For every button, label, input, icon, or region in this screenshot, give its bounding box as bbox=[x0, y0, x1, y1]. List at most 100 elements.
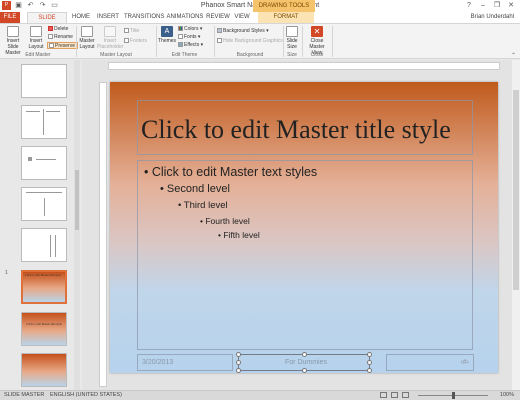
master-thumbnail-selected[interactable]: Click to edit Master title style bbox=[21, 270, 67, 304]
divider bbox=[332, 26, 333, 57]
minimize-button[interactable]: – bbox=[476, 0, 490, 11]
checkbox-icon bbox=[124, 28, 129, 34]
colors-icon bbox=[178, 26, 183, 32]
vertical-scrollbar[interactable] bbox=[512, 60, 520, 390]
tab-insert[interactable]: INSERT bbox=[96, 12, 120, 23]
delete-button[interactable]: Delete bbox=[48, 26, 68, 33]
slide-size-button[interactable]: Slide Size bbox=[285, 26, 299, 50]
slide-editor: Click to edit Master title style • Click… bbox=[82, 60, 520, 390]
thumbnail-line bbox=[36, 159, 56, 160]
background-styles-dropdown[interactable]: Background Styles ▾ bbox=[217, 28, 269, 35]
tab-view[interactable]: VIEW bbox=[232, 12, 252, 23]
thumbnail-line bbox=[26, 111, 40, 112]
resize-handle[interactable] bbox=[302, 352, 307, 357]
slide-sorter-icon[interactable] bbox=[391, 392, 398, 398]
tab-slide-master[interactable]: SLIDE MASTER bbox=[27, 12, 67, 32]
language-status[interactable]: ENGLISH (UNITED STATES) bbox=[50, 392, 122, 398]
date-placeholder[interactable]: 3/20/2013 bbox=[137, 354, 233, 371]
title-checkbox[interactable]: Title bbox=[124, 28, 139, 35]
footer-text[interactable]: For Dummies bbox=[285, 359, 327, 366]
fonts-dropdown[interactable]: Fonts ▾ bbox=[178, 34, 200, 41]
help-button[interactable]: ? bbox=[462, 0, 476, 11]
colors-dropdown[interactable]: Colors ▾ bbox=[178, 26, 202, 33]
scrollbar-thumb[interactable] bbox=[513, 90, 519, 290]
slide-number-placeholder[interactable]: ‹#› bbox=[386, 354, 474, 371]
tab-file[interactable]: FILE bbox=[0, 12, 20, 23]
layout-thumbnail[interactable] bbox=[21, 228, 67, 262]
fonts-icon bbox=[178, 34, 183, 40]
slide-number-text[interactable]: ‹#› bbox=[460, 359, 469, 366]
bullet-level-5[interactable]: • Fifth level bbox=[218, 230, 260, 240]
group-close: Close bbox=[310, 52, 324, 58]
resize-handle[interactable] bbox=[367, 352, 372, 357]
layout-thumbnail[interactable] bbox=[21, 105, 67, 139]
close-x-icon: ✕ bbox=[311, 26, 323, 37]
effects-dropdown[interactable]: Effects ▾ bbox=[178, 42, 203, 49]
resize-handle[interactable] bbox=[367, 360, 372, 365]
thumbnail-line bbox=[55, 235, 56, 257]
layout-thumbnail[interactable] bbox=[21, 353, 67, 387]
hide-background-graphics-checkbox[interactable]: Hide Background Graphics bbox=[217, 38, 283, 45]
thumbnail-line bbox=[44, 198, 45, 216]
tab-animations[interactable]: ANIMATIONS bbox=[166, 12, 204, 23]
scrollbar-thumb[interactable] bbox=[75, 170, 79, 230]
ribbon: Insert Slide Master Insert Layout Delete… bbox=[0, 23, 520, 59]
thumbnail-line bbox=[50, 235, 51, 257]
tab-transitions[interactable]: TRANSITIONS bbox=[124, 12, 164, 23]
resize-handle[interactable] bbox=[367, 368, 372, 373]
bullet-level-1[interactable]: • Click to edit Master text styles bbox=[144, 165, 317, 179]
date-text[interactable]: 3/20/2013 bbox=[142, 359, 173, 366]
background-styles-icon bbox=[217, 28, 222, 34]
close-window-button[interactable]: ✕ bbox=[504, 0, 518, 11]
preserve-button[interactable]: Preserve bbox=[47, 42, 79, 49]
status-bar: SLIDE MASTER ENGLISH (UNITED STATES) 100… bbox=[0, 390, 520, 400]
layout-thumbnail[interactable]: Click to edit Master title style bbox=[21, 312, 67, 346]
tab-format[interactable]: FORMAT bbox=[258, 12, 314, 23]
group-size: Size bbox=[287, 52, 297, 58]
zoom-slider-knob[interactable] bbox=[452, 392, 455, 399]
thumbnail-title: Click to edit Master title style bbox=[26, 322, 62, 326]
themes-icon: A bbox=[161, 26, 173, 37]
insert-layout-button[interactable]: Insert Layout bbox=[26, 26, 46, 50]
effects-icon bbox=[178, 42, 183, 48]
group-edit-theme: Edit Theme bbox=[171, 52, 198, 58]
rename-icon bbox=[48, 34, 53, 40]
user-name[interactable]: Brian Underdahl bbox=[471, 12, 514, 23]
resize-handle[interactable] bbox=[302, 368, 307, 373]
resize-handle[interactable] bbox=[236, 368, 241, 373]
layout-thumbnail[interactable] bbox=[21, 146, 67, 180]
footers-checkbox[interactable]: Footers bbox=[124, 38, 147, 45]
title-text[interactable]: Click to edit Master title style bbox=[141, 115, 451, 145]
themes-button[interactable]: A Themes bbox=[158, 26, 176, 44]
rename-button[interactable]: Rename bbox=[48, 34, 73, 41]
restore-button[interactable]: ❐ bbox=[490, 0, 504, 11]
title-placeholder[interactable]: Click to edit Master title style bbox=[137, 100, 473, 155]
resize-handle[interactable] bbox=[236, 352, 241, 357]
tab-home[interactable]: HOME bbox=[70, 12, 92, 23]
layout-thumbnail[interactable] bbox=[21, 64, 67, 98]
view-status: SLIDE MASTER bbox=[4, 392, 45, 398]
checkbox-icon bbox=[124, 38, 129, 44]
tab-review[interactable]: REVIEW bbox=[206, 12, 230, 23]
reading-view-icon[interactable] bbox=[402, 392, 409, 398]
slide-canvas[interactable]: Click to edit Master title style • Click… bbox=[110, 82, 498, 373]
group-master-layout: Master Layout bbox=[100, 52, 132, 58]
vertical-ruler bbox=[99, 82, 107, 387]
bullet-level-4[interactable]: • Fourth level bbox=[200, 216, 250, 226]
ribbon-tabs: FILE SLIDE MASTER HOME INSERT TRANSITION… bbox=[0, 12, 520, 32]
zoom-level[interactable]: 100% bbox=[500, 392, 514, 398]
resize-handle[interactable] bbox=[236, 360, 241, 365]
insert-placeholder-button[interactable]: Insert Placeholder bbox=[97, 26, 123, 50]
footer-placeholder[interactable]: For Dummies bbox=[236, 352, 372, 373]
normal-view-icon[interactable] bbox=[380, 392, 387, 398]
thumbnail-scrollbar[interactable] bbox=[74, 60, 80, 390]
body-placeholder[interactable]: • Click to edit Master text styles • Sec… bbox=[137, 160, 473, 350]
layout-thumbnail[interactable] bbox=[21, 187, 67, 221]
pin-icon bbox=[49, 43, 54, 49]
master-layout-button[interactable]: Master Layout bbox=[79, 26, 95, 50]
group-edit-master: Edit Master bbox=[25, 52, 51, 58]
bullet-level-2[interactable]: • Second level bbox=[160, 183, 230, 195]
bullet-level-3[interactable]: • Third level bbox=[178, 200, 228, 211]
collapse-ribbon-icon[interactable]: ⌃ bbox=[511, 52, 516, 59]
checkbox-icon bbox=[217, 38, 222, 44]
